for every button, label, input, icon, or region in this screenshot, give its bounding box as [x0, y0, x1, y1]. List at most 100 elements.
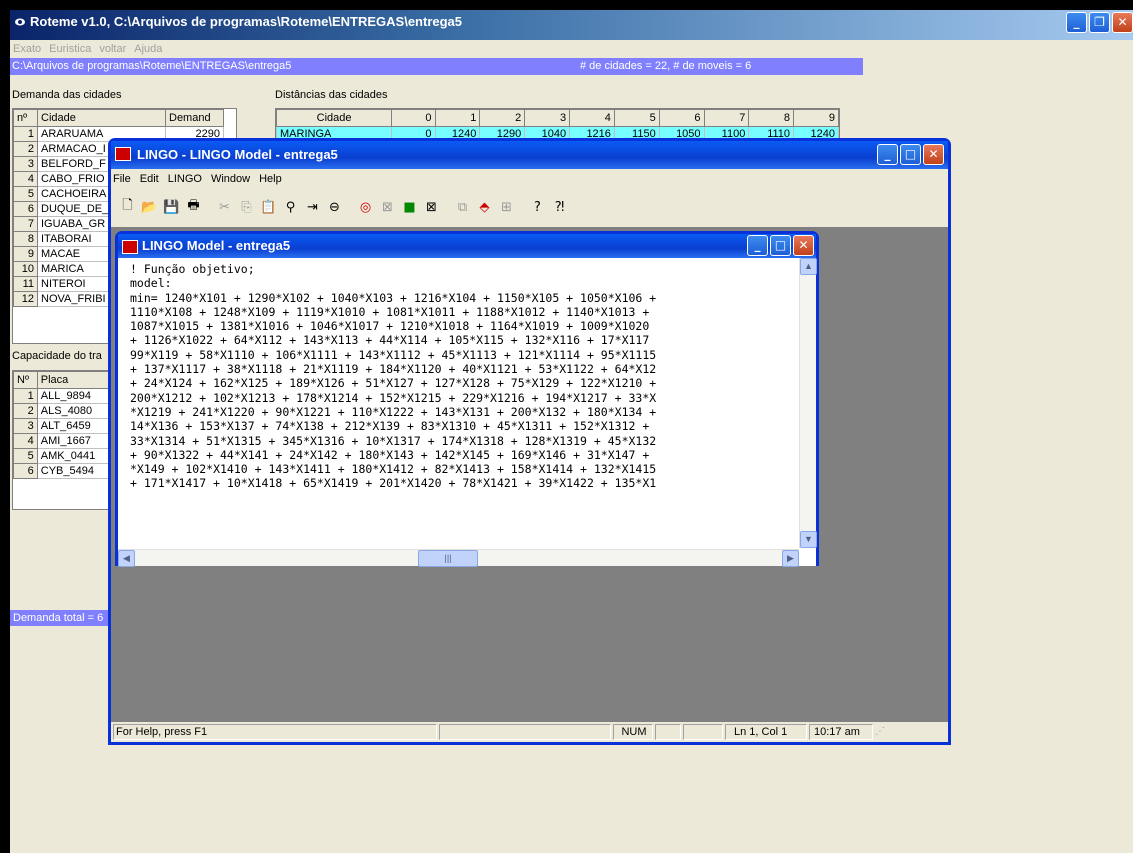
lingo-title-text: LINGO - LINGO Model - entrega5	[137, 147, 338, 162]
vertical-scrollbar[interactable]: ▲ ▼	[799, 258, 817, 548]
placa-cell[interactable]: ALL_9894	[36, 388, 117, 404]
placa-cell[interactable]: AMI_1667	[36, 433, 117, 449]
tile-icon[interactable]: ⊞	[496, 197, 517, 218]
model-editor[interactable]: ! Função objetivo; model: min= 1240*X101…	[118, 258, 817, 567]
row-number: 5	[13, 448, 38, 464]
menu-lingo[interactable]: LINGO	[168, 169, 202, 189]
menu-window[interactable]: Window	[211, 169, 250, 189]
close-icon[interactable]: ✕	[793, 235, 814, 256]
solution-icon[interactable]: ⊠	[377, 197, 398, 218]
minimize-icon[interactable]: _	[1066, 12, 1087, 33]
menu-euristica[interactable]: Euristica	[49, 40, 91, 58]
scroll-right-icon[interactable]: ▶	[782, 550, 799, 567]
save-icon[interactable]: 💾	[161, 197, 182, 218]
summary-text: # de cidades = 22, # de moveis = 6	[580, 60, 752, 72]
status-help: For Help, press F1	[113, 724, 437, 740]
close-all-icon[interactable]: ⊠	[421, 197, 442, 218]
cut-icon[interactable]: ✂	[214, 197, 235, 218]
scroll-up-icon[interactable]: ▲	[800, 258, 817, 275]
resize-grip-icon[interactable]: ⋰	[875, 724, 889, 740]
model-title-text: LINGO Model - entrega5	[142, 238, 291, 253]
roteme-title-text: Roteme v1.0, C:\Arquivos de programas\Ro…	[30, 14, 463, 29]
table-row[interactable]: 1 ALL_9894	[13, 388, 117, 404]
scroll-down-icon[interactable]: ▼	[800, 531, 817, 548]
find-icon[interactable]: ⚲	[280, 197, 301, 218]
maximize-icon[interactable]: □	[770, 235, 791, 256]
row-number: 4	[13, 171, 38, 187]
status-empty	[439, 724, 611, 740]
row-number: 3	[13, 418, 38, 434]
lingo-menu-bar: File Edit LINGO Window Help	[111, 169, 282, 189]
table-row[interactable]: 3 ALT_6459	[13, 418, 117, 434]
model-code-text[interactable]: ! Função objetivo; model: min= 1240*X101…	[130, 262, 796, 530]
print-icon[interactable]: 🖶	[183, 197, 204, 218]
cascade-icon[interactable]: ⬘	[474, 197, 495, 218]
col-header-6: 6	[658, 109, 705, 127]
status-bar: For Help, press F1 NUM Ln 1, Col 1 10:17…	[111, 722, 948, 742]
horizontal-scrollbar[interactable]: ◀ ||| ▶	[118, 549, 799, 567]
row-number: 2	[13, 141, 38, 157]
distancias-label: Distâncias das cidades	[275, 89, 388, 101]
scroll-left-icon[interactable]: ◀	[118, 550, 135, 567]
scroll-thumb[interactable]: |||	[418, 550, 478, 567]
context-help-icon[interactable]: ⁈	[549, 197, 570, 218]
lingo-client: File Edit LINGO Window Help 🗋 📂 💾 🖶 ✂ ⎘ …	[111, 169, 948, 742]
placa-cell[interactable]: AMK_0441	[36, 448, 117, 464]
status-time: 10:17 am	[809, 724, 873, 740]
model-title-bar[interactable]: LINGO Model - entrega5 _ □ ✕	[118, 234, 816, 258]
table-row[interactable]: 6 CYB_5494	[13, 463, 117, 479]
col-header-placa: Placa	[36, 371, 117, 389]
table-row[interactable]: 4 AMI_1667	[13, 433, 117, 449]
close-icon[interactable]: ✕	[1112, 12, 1133, 33]
table-row[interactable]: 2 ALS_4080	[13, 403, 117, 419]
paste-icon[interactable]: 📋	[258, 197, 279, 218]
open-folder-icon[interactable]: 📂	[139, 197, 160, 218]
matrix-picture-icon[interactable]: ■	[399, 197, 420, 218]
solve-icon[interactable]: ◎	[355, 197, 376, 218]
col-header-2: 2	[479, 109, 526, 127]
distance-grid[interactable]: Cidade 0 1 2 3 4 5 6 7 8 9 MARINGA 0 124…	[275, 108, 840, 140]
menu-help[interactable]: Help	[259, 169, 282, 189]
roteme-title-bar[interactable]: Roteme v1.0, C:\Arquivos de programas\Ro…	[10, 10, 1133, 40]
capacity-grid[interactable]: Nº Placa 1 ALL_9894 2 ALS_4080 3 ALT_6459 4…	[12, 370, 118, 510]
row-number: 7	[13, 216, 38, 232]
placa-cell[interactable]: CYB_5494	[36, 463, 117, 479]
minimize-icon[interactable]: _	[877, 144, 898, 165]
menu-file[interactable]: File	[113, 169, 131, 189]
row-number: 11	[13, 276, 38, 292]
new-file-icon[interactable]: 🗋	[117, 197, 138, 218]
maximize-icon[interactable]: □	[900, 144, 921, 165]
path-text: C:\Arquivos de programas\Roteme\ENTREGAS…	[12, 60, 292, 72]
status-num: NUM	[613, 724, 653, 740]
close-icon[interactable]: ✕	[923, 144, 944, 165]
col-header-3: 3	[524, 109, 571, 127]
row-number: 8	[13, 231, 38, 247]
menu-ajuda[interactable]: Ajuda	[134, 40, 162, 58]
col-header-1: 1	[434, 109, 481, 127]
copy-icon[interactable]: ⎘	[236, 197, 257, 218]
menu-exato[interactable]: Exato	[13, 40, 41, 58]
row-number: 9	[13, 246, 38, 262]
send-to-back-icon[interactable]: ⧉	[452, 197, 473, 218]
menu-voltar[interactable]: voltar	[99, 40, 126, 58]
minimize-icon[interactable]: _	[747, 235, 768, 256]
demanda-label: Demanda das cidades	[12, 89, 122, 101]
lingo-title-bar[interactable]: LINGO - LINGO Model - entrega5 _ □ ✕	[111, 141, 948, 169]
status-position: Ln 1, Col 1	[725, 724, 807, 740]
match-paren-icon[interactable]: ⊖	[324, 197, 345, 218]
restore-icon[interactable]: ❐	[1089, 12, 1110, 33]
row-number: 3	[13, 156, 38, 172]
row-number: 1	[13, 126, 38, 142]
menu-edit[interactable]: Edit	[140, 169, 159, 189]
status-empty	[683, 724, 723, 740]
col-header-n: nº	[13, 109, 38, 127]
placa-cell[interactable]: ALS_4080	[36, 403, 117, 419]
row-number: 4	[13, 433, 38, 449]
help-icon[interactable]: ?	[527, 197, 548, 218]
goto-icon[interactable]: ⇥	[302, 197, 323, 218]
mdi-area: LINGO Model - entrega5 _ □ ✕ ! Função ob…	[111, 227, 948, 722]
placa-cell[interactable]: ALT_6459	[36, 418, 117, 434]
col-header-7: 7	[703, 109, 750, 127]
table-row[interactable]: 5 AMK_0441	[13, 448, 117, 464]
path-bar: C:\Arquivos de programas\Roteme\ENTREGAS…	[10, 58, 863, 75]
